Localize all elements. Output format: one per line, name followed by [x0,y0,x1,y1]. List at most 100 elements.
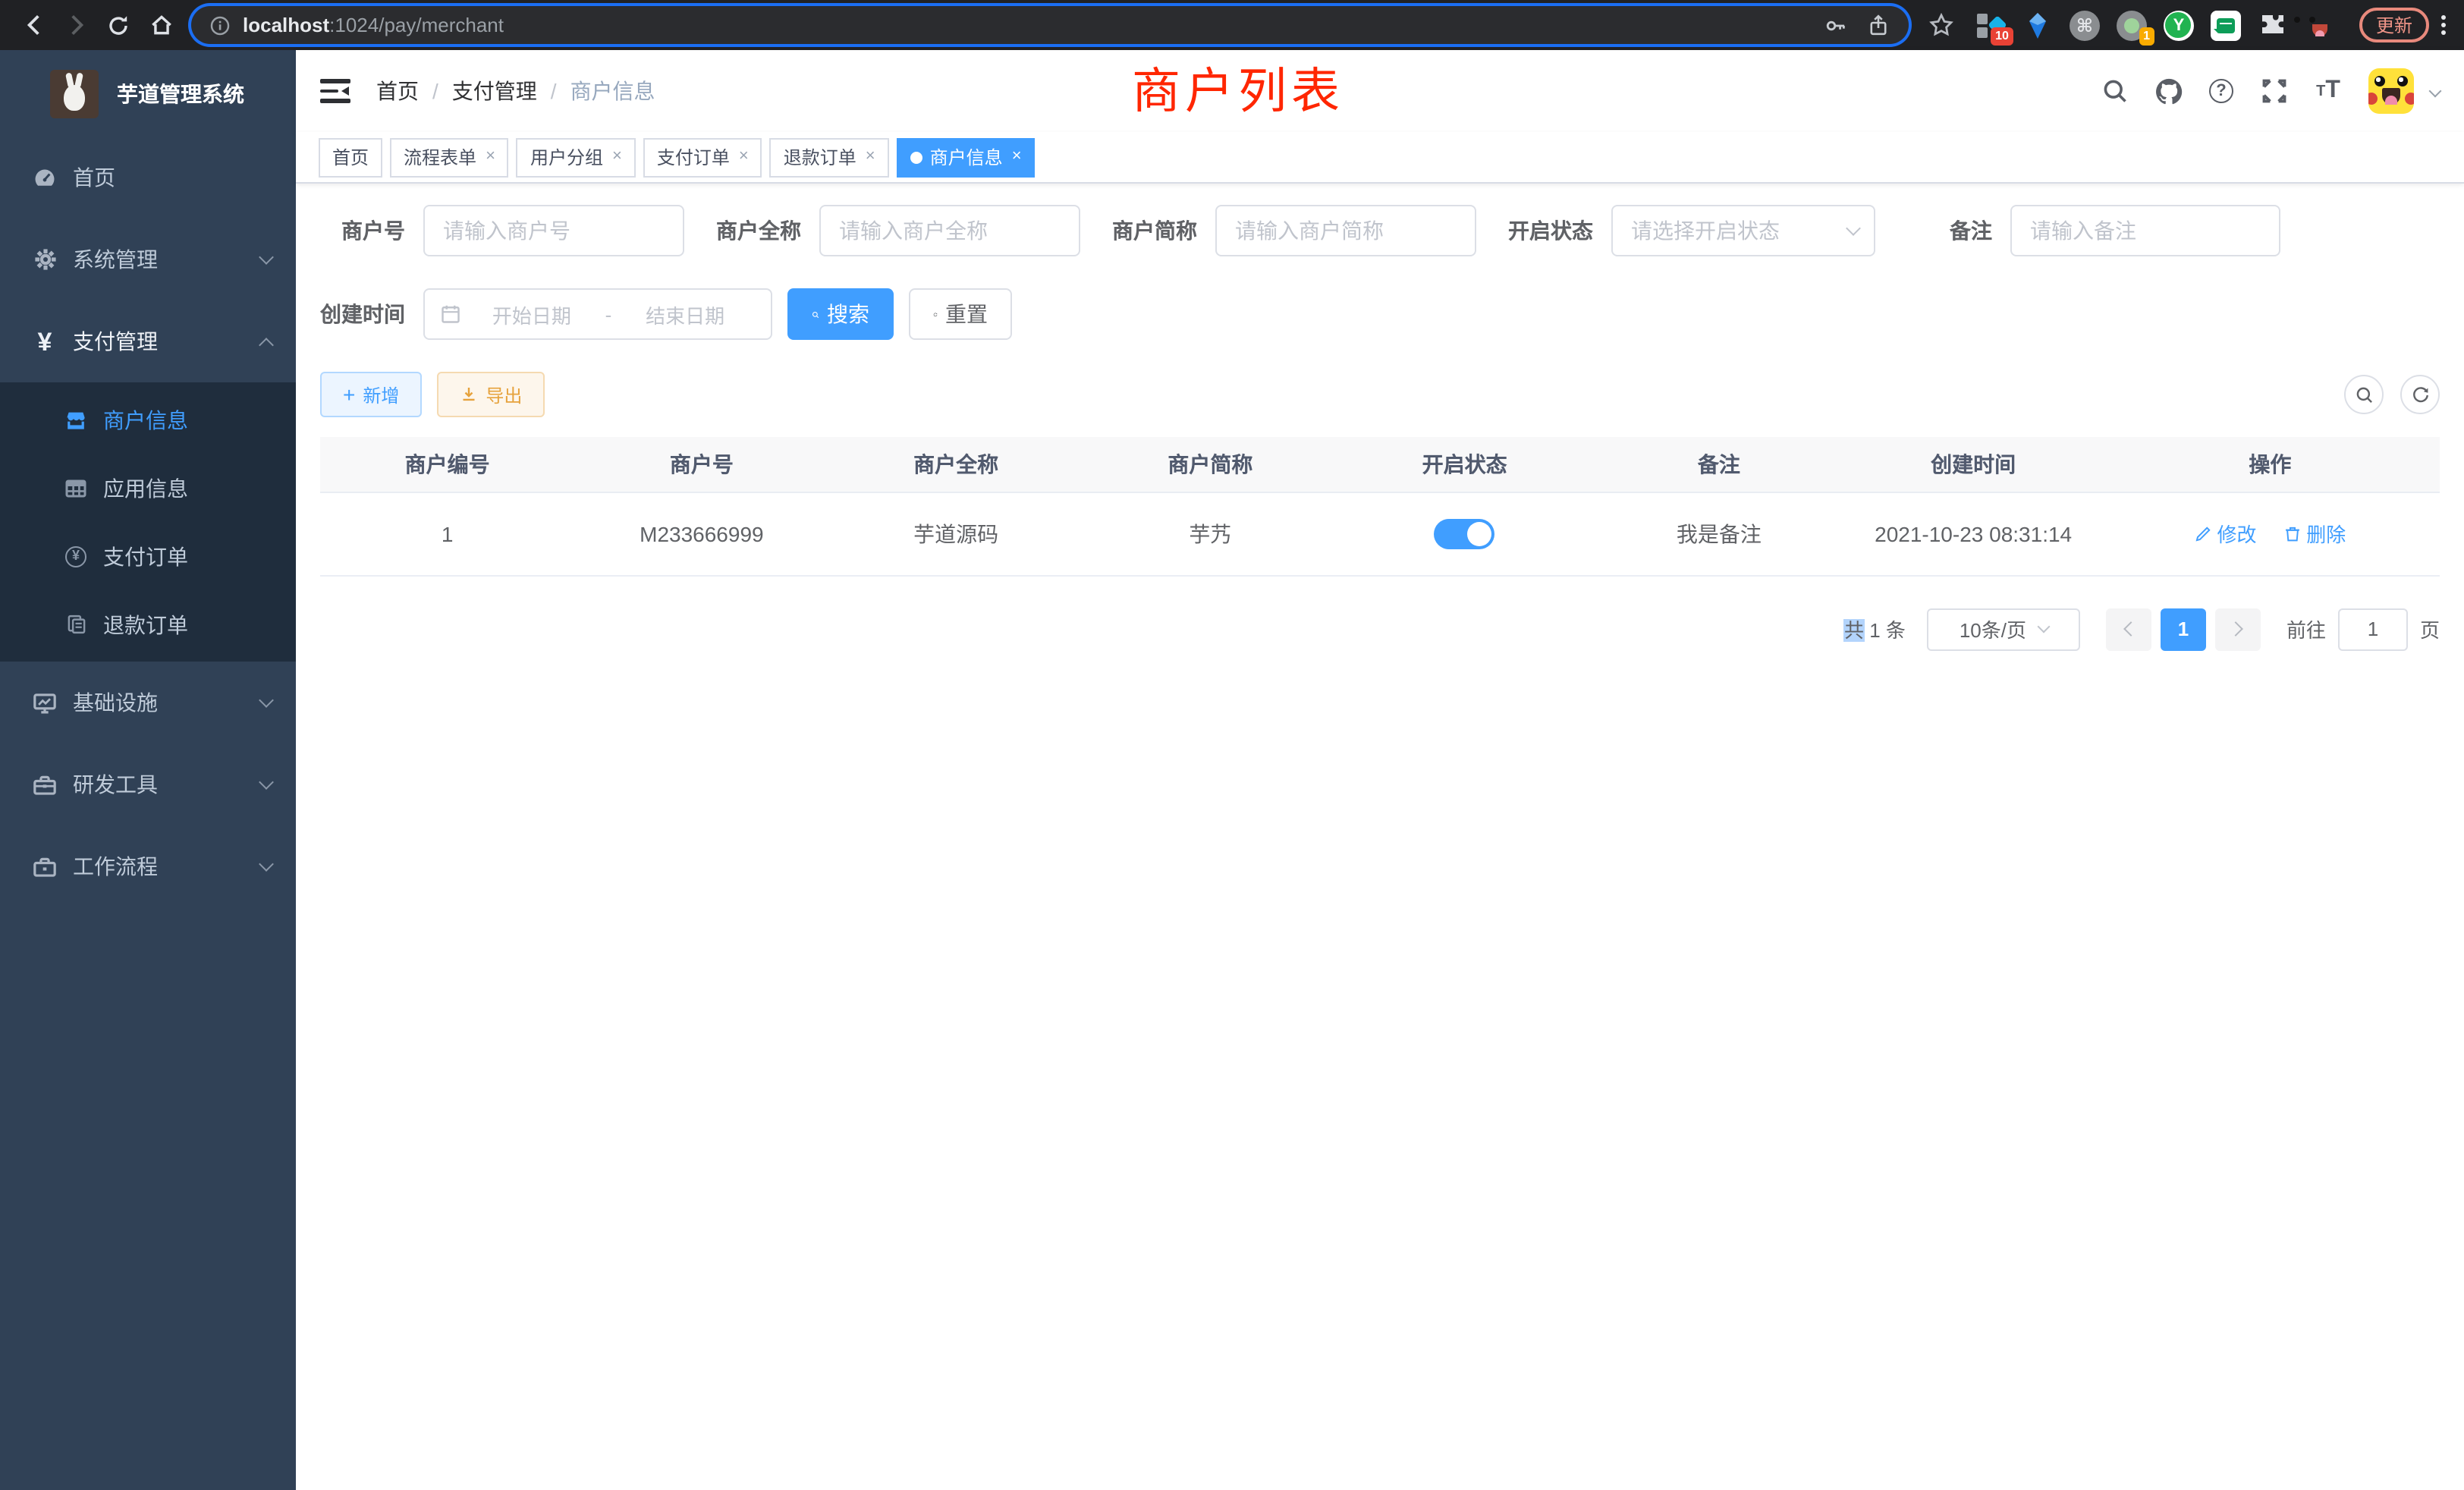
close-icon[interactable]: × [866,149,875,165]
filter-label-full-name: 商户全称 [716,215,819,246]
tag-process-form[interactable]: 流程表单× [390,137,509,177]
user-menu-caret-icon[interactable] [2429,85,2442,98]
toolbox-icon [32,772,58,797]
share-icon[interactable] [1866,13,1890,37]
start-date-placeholder[interactable]: 开始日期 [461,300,602,328]
sidebar-item-refund-order[interactable]: 退款订单 [0,590,296,659]
bookmark-star-button[interactable] [1924,7,1960,43]
star-icon [1929,12,1955,38]
sidebar-item-payment[interactable]: ¥ 支付管理 [0,300,296,382]
close-icon[interactable]: × [486,149,495,165]
extension-gem-icon[interactable] [2022,10,2053,40]
breadcrumb-current: 商户信息 [570,76,655,106]
filter-row-2: 创建时间 开始日期 - 结束日期 搜索 重置 [320,288,2440,340]
pagination: 共 1 条 10条/页 1 前往 页 [320,608,2440,650]
close-icon[interactable]: × [612,149,622,165]
tag-refund-order[interactable]: 退款订单× [770,137,889,177]
sidebar-item-workflow[interactable]: 工作流程 [0,825,296,907]
cell-short-name: 芋艿 [1083,492,1337,575]
sidebar-item-system[interactable]: 系统管理 [0,218,296,300]
sidebar-item-home[interactable]: 首页 [0,137,296,218]
search-button[interactable]: 搜索 [787,288,894,340]
table-toolbar: + 新增 导出 [320,372,2440,417]
remark-input[interactable] [2010,205,2280,256]
grid-icon [64,476,88,500]
sidebar-item-pay-order[interactable]: ¥ 支付订单 [0,522,296,590]
sidebar-item-label: 系统管理 [73,244,158,275]
sidebar-item-label: 首页 [73,162,115,193]
edit-button[interactable]: 修改 [2194,519,2256,548]
sidebar-item-merchant-info[interactable]: 商户信息 [0,385,296,454]
prev-page-button[interactable] [2106,608,2151,650]
tag-merchant-info[interactable]: 商户信息× [897,137,1036,177]
cell-merchant-no: M233666999 [574,492,828,575]
add-button[interactable]: + 新增 [320,372,422,417]
create-time-range-picker[interactable]: 开始日期 - 结束日期 [423,288,772,340]
sidebar-logo[interactable]: 芋道管理系统 [0,50,296,137]
reset-button[interactable]: 重置 [909,288,1012,340]
tag-pay-order[interactable]: 支付订单× [643,137,762,177]
goto-page-input[interactable] [2338,608,2408,650]
status-select[interactable]: 请选择开启状态 [1611,205,1875,256]
short-name-input[interactable] [1215,205,1476,256]
breadcrumb-payment[interactable]: 支付管理 [452,76,537,106]
sidebar: 芋道管理系统 首页 系统管理 ¥ 支付管理 商户信息 [0,50,296,1490]
browser-home-button[interactable] [143,7,179,43]
calendar-icon [440,303,461,325]
toggle-search-button[interactable] [2344,375,2384,414]
browser-reload-button[interactable] [100,7,137,43]
site-info-icon[interactable] [209,14,231,36]
filter-row-1: 商户号 商户全称 商户简称 开启状态 请选择开启状态 [320,205,2440,256]
chevron-down-icon [259,857,274,872]
user-avatar[interactable] [2368,68,2414,114]
sidebar-item-dev-tools[interactable]: 研发工具 [0,743,296,825]
annotation-text: 商户列表 [1132,53,1344,123]
export-button[interactable]: 导出 [437,372,545,417]
close-icon[interactable]: × [739,149,749,165]
full-name-input[interactable] [819,205,1080,256]
extension-command-icon[interactable]: ⌘ [2070,10,2100,40]
status-toggle[interactable] [1435,518,1495,549]
search-icon [2354,385,2374,404]
tag-home[interactable]: 首页 [319,137,382,177]
yen-icon: ¥ [32,328,58,354]
browser-back-button[interactable] [15,7,52,43]
extension-chat-icon[interactable] [2211,10,2241,40]
extension-circle-icon[interactable]: 1 [2117,10,2147,40]
sidebar-item-infrastructure[interactable]: 基础设施 [0,662,296,743]
github-link-button[interactable] [2154,77,2183,105]
extension-blocks-icon[interactable]: 10 [1975,10,2006,40]
sidebar-item-label: 工作流程 [73,851,158,882]
sidebar-item-app-info[interactable]: 应用信息 [0,454,296,522]
password-key-icon[interactable] [1824,13,1848,37]
browser-menu-icon[interactable] [2435,15,2452,35]
help-icon[interactable]: ? [2209,79,2233,103]
end-date-placeholder[interactable]: 结束日期 [614,300,756,328]
next-page-button[interactable] [2215,608,2261,650]
delete-button[interactable]: 删除 [2283,519,2346,548]
chevron-down-icon [259,775,274,790]
extension-y-icon[interactable]: Y [2164,10,2194,40]
merchant-no-input[interactable] [423,205,684,256]
update-button[interactable]: 更新 [2359,8,2429,42]
breadcrumb-home[interactable]: 首页 [376,76,419,106]
col-merchant-id: 商户编号 [320,437,574,492]
chevron-left-icon [2123,621,2139,637]
close-icon[interactable]: × [1012,149,1022,165]
breadcrumb: 首页 / 支付管理 / 商户信息 [376,76,655,106]
header-search-button[interactable] [2100,77,2129,105]
font-size-icon[interactable] [2314,77,2343,105]
refresh-table-button[interactable] [2400,375,2440,414]
edit-pencil-icon [2194,524,2212,542]
profile-avatar[interactable] [2305,10,2335,40]
extensions-puzzle-icon[interactable] [2258,10,2288,40]
sidebar-toggle-button[interactable] [320,79,350,103]
page-size-select[interactable]: 10条/页 [1927,608,2080,650]
status-select-placeholder: 请选择开启状态 [1631,215,1848,246]
page-1-button[interactable]: 1 [2161,608,2206,650]
address-bar[interactable]: localhost:1024/pay/merchant [191,6,1909,44]
chevron-down-icon [259,693,274,708]
tag-user-group[interactable]: 用户分组× [517,137,636,177]
browser-forward-button[interactable] [58,7,94,43]
fullscreen-button[interactable] [2259,77,2288,105]
